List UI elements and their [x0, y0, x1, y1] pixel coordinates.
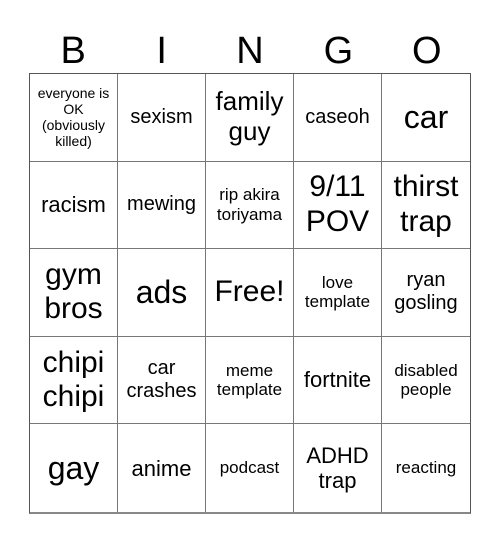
- header-letter-g: G: [323, 30, 354, 72]
- bingo-cell[interactable]: rip akira toriyama: [206, 161, 294, 250]
- bingo-cell[interactable]: thirst trap: [382, 162, 470, 250]
- bingo-cell[interactable]: caseoh: [294, 74, 382, 162]
- bingo-cell[interactable]: ads: [118, 249, 206, 337]
- bingo-cell[interactable]: gay: [30, 424, 118, 512]
- bingo-cell[interactable]: reacting: [382, 424, 470, 512]
- header-letter-b: B: [60, 30, 86, 72]
- header-letter-i: I: [156, 30, 167, 72]
- bingo-cell[interactable]: gym bros: [30, 249, 118, 337]
- header-letter-n: N: [236, 30, 264, 72]
- bingo-cell[interactable]: chipi chipi: [30, 336, 118, 425]
- bingo-cell[interactable]: ADHD trap: [294, 424, 382, 512]
- bingo-cell[interactable]: racism: [30, 161, 118, 250]
- bingo-cell[interactable]: podcast: [206, 424, 294, 512]
- bingo-cell[interactable]: car: [382, 74, 470, 162]
- bingo-cell[interactable]: disabled people: [382, 337, 470, 425]
- bingo-cell[interactable]: car crashes: [118, 336, 206, 425]
- bingo-header: B I N G O: [29, 30, 471, 72]
- bingo-cell[interactable]: meme template: [206, 336, 294, 425]
- bingo-cell[interactable]: ryan gosling: [382, 249, 470, 337]
- bingo-cell[interactable]: love template: [294, 249, 382, 337]
- header-letter-o: O: [412, 30, 442, 72]
- bingo-cell[interactable]: 9/11 POV: [294, 161, 382, 250]
- bingo-cell[interactable]: fortnite: [294, 336, 382, 425]
- bingo-cell[interactable]: anime: [118, 424, 206, 512]
- free-space-cell[interactable]: Free!: [206, 249, 294, 337]
- bingo-cell[interactable]: everyone is OK (obviously killed): [30, 74, 118, 162]
- bingo-cell[interactable]: mewing: [118, 161, 206, 250]
- bingo-cell[interactable]: family guy: [206, 74, 294, 162]
- bingo-grid: everyone is OK (obviously killed) sexism…: [29, 73, 471, 514]
- bingo-cell[interactable]: sexism: [118, 74, 206, 162]
